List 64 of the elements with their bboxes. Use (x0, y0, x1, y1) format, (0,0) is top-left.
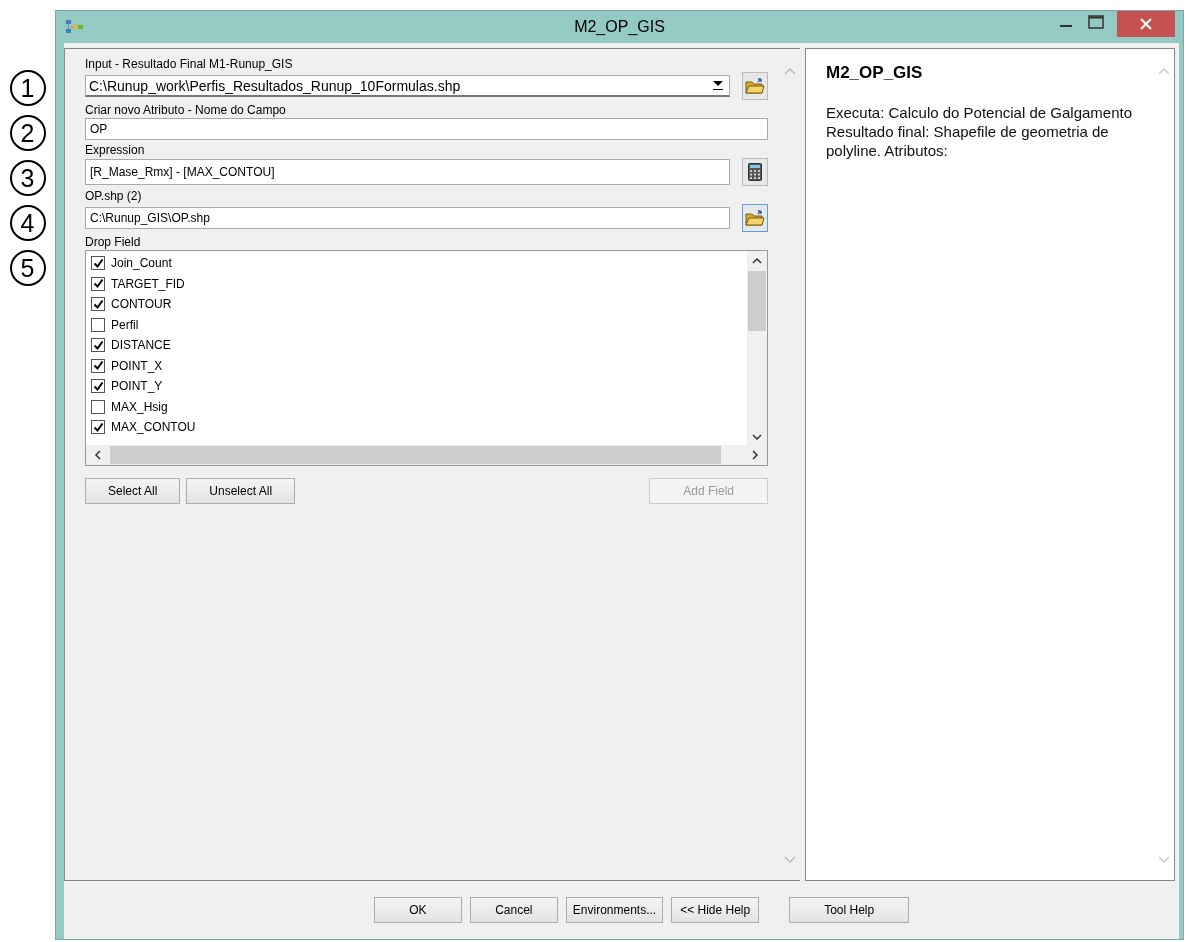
folder-icon (745, 209, 765, 227)
step-number: 5 (9, 250, 46, 286)
help-title: M2_OP_GIS (826, 63, 924, 83)
checkbox[interactable] (91, 379, 105, 394)
step-number: 3 (9, 160, 46, 196)
checkbox[interactable] (91, 256, 105, 271)
checkbox[interactable] (91, 420, 105, 435)
scroll-down-icon (1158, 856, 1170, 864)
help-text: Executa: Calculo do Potencial de Galgamento Resultado final: Shapefile de geometria de polyline. Atributos: (826, 103, 1134, 160)
browse-button[interactable] (742, 204, 768, 232)
text-field[interactable]: [R_Mase_Rmx] - [MAX_CONTOU] (85, 159, 730, 185)
list-action-button[interactable]: Select All (85, 478, 181, 504)
dropdown-arrow-icon (713, 81, 723, 90)
list-item[interactable]: CONTOUR (86, 294, 747, 315)
browse-button[interactable] (742, 72, 768, 100)
checkbox[interactable] (91, 276, 105, 291)
list-item[interactable]: POINT_Y (86, 376, 747, 397)
scroll-up-icon (1158, 67, 1170, 75)
list-item[interactable]: DISTANCE (86, 335, 747, 356)
list-item[interactable]: MAX_CONTOU (86, 417, 747, 438)
dialog-button[interactable]: Environments... (565, 897, 664, 923)
field-label: Expression (85, 143, 146, 157)
checkbox[interactable] (91, 297, 105, 312)
list-item[interactable]: Perfil (86, 314, 747, 335)
checkbox[interactable] (91, 399, 105, 414)
minimize-icon (1060, 25, 1072, 27)
field-label: Drop Field (85, 235, 142, 249)
scroll-left-icon (94, 450, 102, 460)
list-item[interactable]: POINT_X (86, 355, 747, 376)
horizontal-scrollbar[interactable] (86, 445, 767, 465)
list-action-button[interactable]: Unselect All (186, 478, 296, 504)
dialog-button[interactable]: Cancel (469, 897, 558, 923)
calculator-icon (748, 163, 762, 181)
list-item[interactable]: Join_Count (86, 253, 747, 274)
close-button[interactable] (1117, 11, 1175, 37)
checkbox[interactable] (91, 338, 105, 353)
list-item[interactable]: TARGET_FID (86, 273, 747, 294)
scroll-down-icon (784, 856, 796, 864)
maximize-icon (1088, 15, 1104, 29)
checkbox[interactable] (91, 317, 105, 332)
folder-icon (745, 77, 765, 95)
text-field[interactable]: C:\Runup_GIS\OP.shp (85, 207, 730, 229)
field-label: Criar novo Atributo - Nome do Campo (85, 103, 287, 117)
model-icon (65, 20, 85, 34)
scroll-up-icon (784, 67, 796, 75)
vertical-scrollbar[interactable] (747, 251, 767, 445)
step-number: 1 (9, 70, 46, 106)
dialog-button[interactable]: Tool Help (789, 897, 910, 923)
field-label: Input - Resultado Final M1-Runup_GIS (85, 57, 294, 71)
list-item[interactable]: MAX_Hsig (86, 396, 747, 417)
scroll-down-icon (752, 433, 762, 441)
close-icon (1140, 18, 1152, 30)
window-title: M2_OP_GIS (573, 18, 666, 36)
step-number: 4 (9, 205, 46, 241)
scroll-right-icon (751, 450, 759, 460)
checkbox[interactable] (91, 358, 105, 373)
dropdown-field[interactable]: C:\Runup_work\Perfis_Resultados_Runup_10Formulas.shp (85, 75, 730, 97)
scroll-up-icon (752, 257, 762, 265)
dialog-button[interactable]: OK (373, 897, 462, 923)
dialog-button[interactable]: << Hide Help (671, 897, 760, 923)
text-field[interactable]: OP (85, 118, 768, 140)
field-label: OP.shp (2) (85, 189, 143, 203)
calculator-button[interactable] (742, 158, 768, 186)
step-number: 2 (9, 115, 46, 151)
